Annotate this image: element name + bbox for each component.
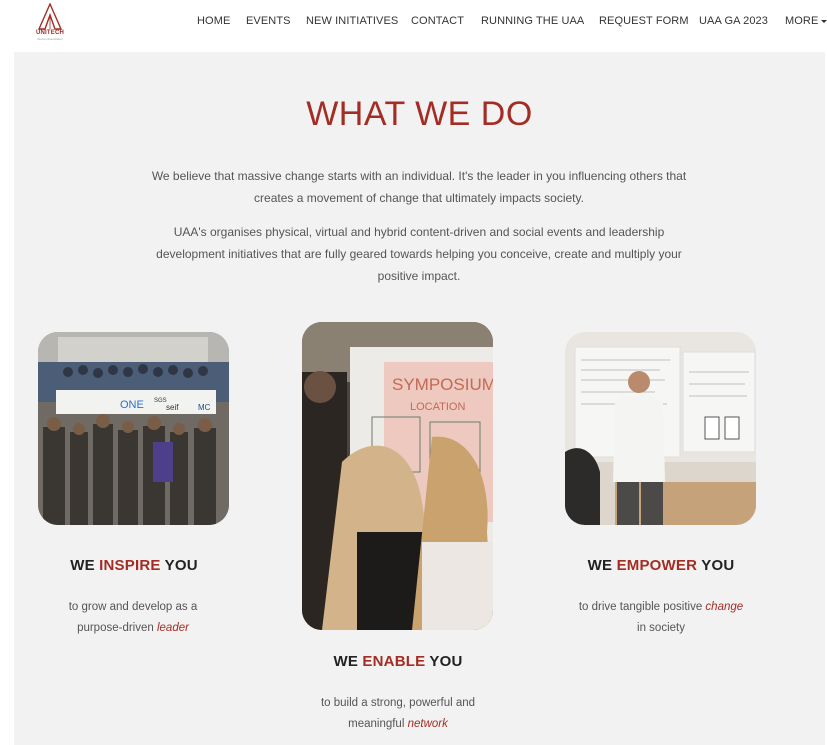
enable-description: to build a strong, powerful and meaningf… (308, 693, 488, 735)
enable-desc-pre: to build a strong, powerful and meaningf… (320, 697, 476, 730)
nav-item-uaa-ga-2023[interactable]: UAA GA 2023 (699, 15, 768, 27)
inspire-title: WE INSPIRE YOU (14, 557, 254, 574)
empower-photo (565, 332, 756, 525)
empower-title-accent: EMPOWER (616, 557, 698, 574)
empower-description: to drive tangible positive change in soc… (576, 597, 746, 639)
enable-title: WE ENABLE YOU (278, 653, 518, 670)
empower-desc-em: change (705, 601, 744, 613)
empower-desc-post: in society (637, 622, 685, 634)
whiteboard-text: SYMPOSIUM (392, 375, 493, 394)
logo-subtext: Alumni Association (37, 37, 63, 41)
inspire-title-accent: INSPIRE (99, 557, 161, 574)
sponsor-logo-text: SGS (154, 398, 167, 404)
what-we-do-section: WHAT WE DO We believe that massive chang… (14, 52, 825, 745)
site-header: UNITECH Alumni Association HOME EVENTS N… (0, 0, 827, 52)
main-nav: HOME EVENTS NEW INITIATIVES CONTACT RUNN… (0, 15, 827, 31)
empower-title-pre: WE (587, 557, 617, 574)
nav-more-label: MORE (785, 15, 819, 27)
nav-item-home[interactable]: HOME (197, 15, 230, 27)
nav-item-more[interactable]: MORE (785, 15, 827, 27)
nav-item-request-form[interactable]: REQUEST FORM (599, 15, 689, 27)
empower-title-post: YOU (697, 557, 735, 574)
nav-item-events[interactable]: EVENTS (246, 15, 291, 27)
intro-paragraph-1: We believe that massive change starts wi… (151, 169, 687, 205)
sponsor-logo-text: ONE (120, 399, 144, 411)
enable-title-pre: WE (333, 653, 363, 670)
enable-title-accent: ENABLE (362, 653, 426, 670)
inspire-title-pre: WE (70, 557, 100, 574)
nav-item-contact[interactable]: CONTACT (411, 15, 464, 27)
whiteboard-text: LOCATION (410, 401, 465, 413)
inspire-desc-em: leader (156, 622, 189, 634)
empower-title: WE EMPOWER YOU (541, 557, 781, 574)
sponsor-logo-text: seif (166, 403, 179, 412)
inspire-title-post: YOU (160, 557, 198, 574)
nav-item-new-initiatives[interactable]: NEW INITIATIVES (306, 15, 398, 27)
caret-down-icon (821, 19, 827, 23)
inspire-description: to grow and develop as a purpose-driven … (48, 597, 218, 639)
enable-title-post: YOU (425, 653, 463, 670)
enable-desc-em: network (407, 718, 448, 730)
intro-text: We believe that massive change starts wi… (144, 165, 694, 287)
nav-item-running-the-uaa[interactable]: RUNNING THE UAA (481, 15, 584, 27)
inspire-photo: ONE SGS seif MC (38, 332, 229, 525)
page-title: WHAT WE DO (306, 95, 533, 133)
intro-paragraph-2: UAA's organises physical, virtual and hy… (156, 225, 682, 283)
sponsor-logo-text: MC (198, 403, 211, 412)
enable-photo: SYMPOSIUM LOCATION (302, 322, 493, 630)
empower-desc-pre: to drive tangible positive (578, 601, 706, 613)
